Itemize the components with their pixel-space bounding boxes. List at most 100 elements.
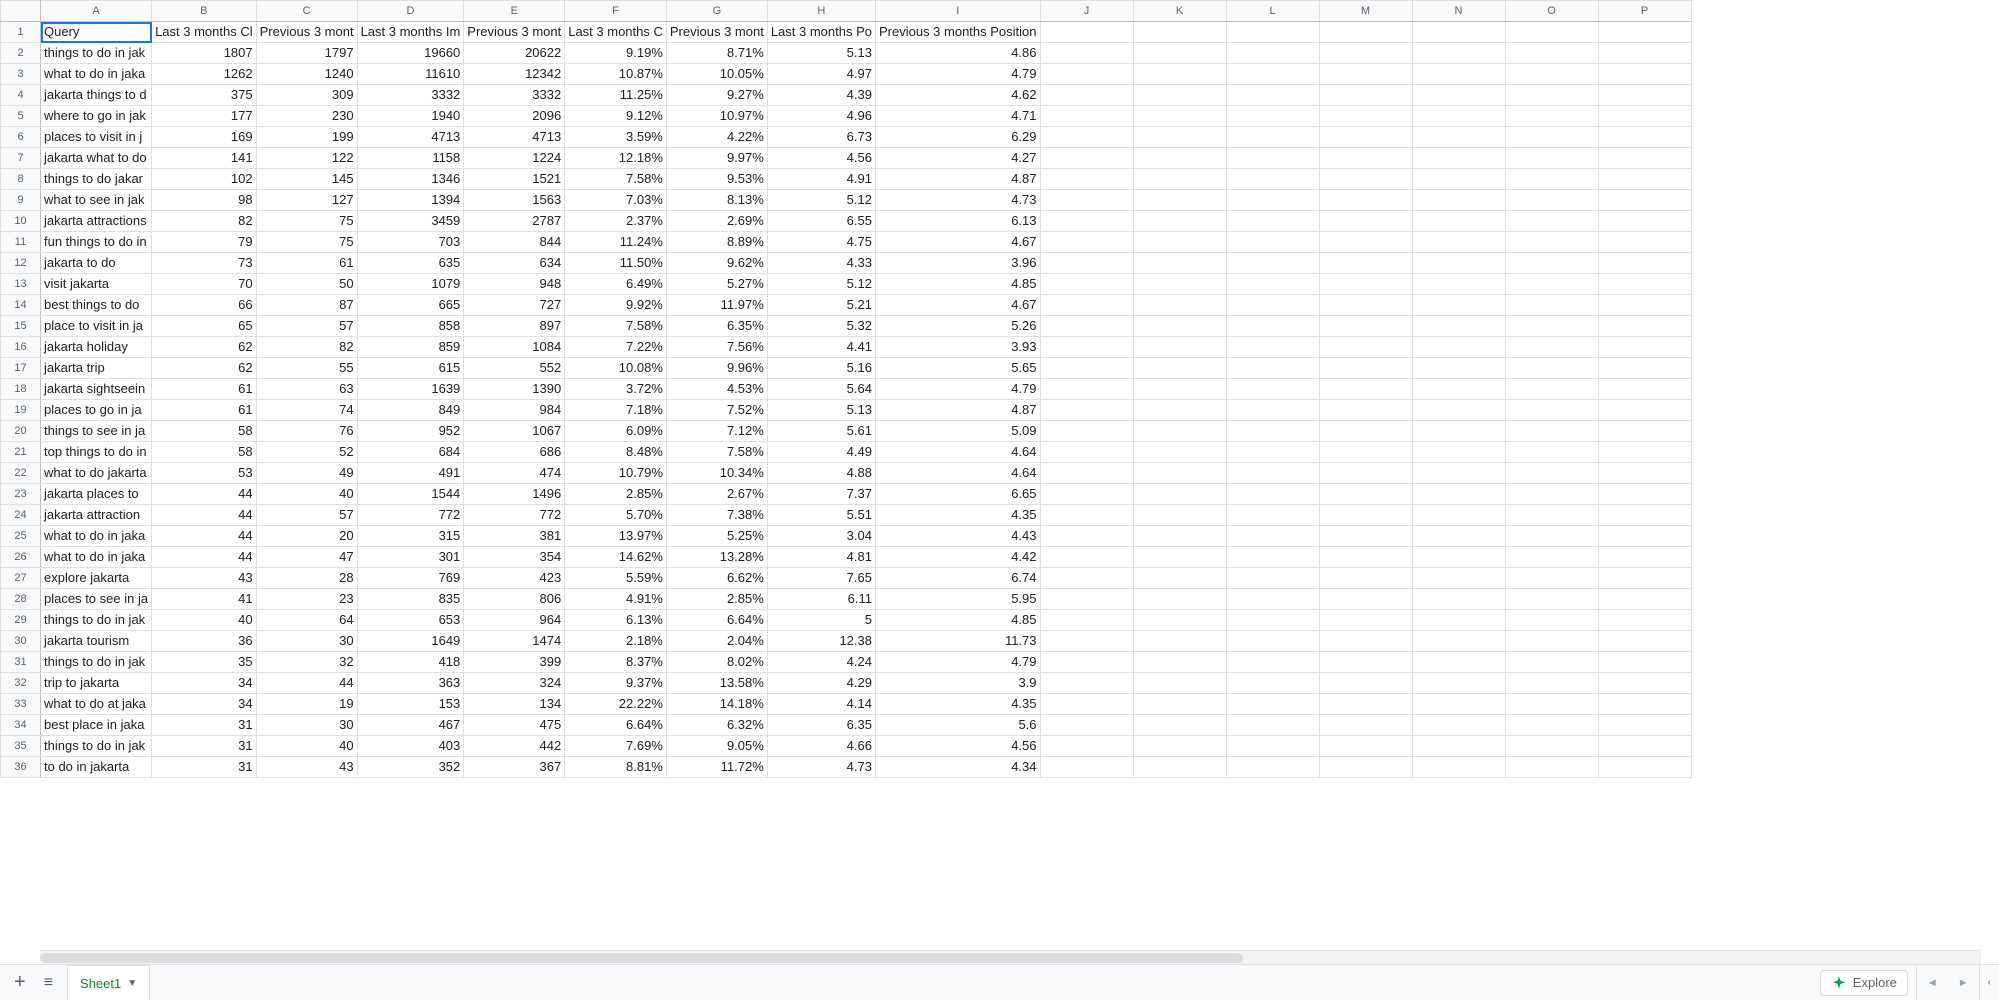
cell[interactable]: Last 3 months Po [767,22,875,43]
cell[interactable]: 423 [464,568,565,589]
cell[interactable] [1412,148,1505,169]
cell[interactable]: 82 [256,337,357,358]
cell[interactable] [1133,715,1226,736]
cell[interactable] [1598,190,1691,211]
cell[interactable] [1412,337,1505,358]
cell[interactable] [1598,169,1691,190]
cell[interactable] [1133,694,1226,715]
cell[interactable]: 4.81 [767,547,875,568]
cell[interactable]: 3.96 [875,253,1040,274]
cell[interactable]: places to go in ja [41,400,152,421]
cell[interactable]: 4.96 [767,106,875,127]
cell[interactable] [1319,463,1412,484]
cell[interactable] [1598,715,1691,736]
cell[interactable]: 8.89% [666,232,767,253]
cell[interactable]: 6.35% [666,316,767,337]
cell[interactable] [1505,589,1598,610]
cell[interactable] [1226,85,1319,106]
cell[interactable]: 4.97 [767,64,875,85]
cell[interactable] [1133,673,1226,694]
cell[interactable]: 4.22% [666,127,767,148]
row-header[interactable]: 12 [1,253,41,274]
cell[interactable] [1040,568,1133,589]
cell[interactable] [1412,505,1505,526]
cell[interactable]: 4.24 [767,652,875,673]
cell[interactable]: 3459 [357,211,464,232]
cell[interactable] [1133,589,1226,610]
cell[interactable] [1133,274,1226,295]
cell[interactable]: 1474 [464,631,565,652]
row-header[interactable]: 23 [1,484,41,505]
cell[interactable]: 4.35 [875,505,1040,526]
cell[interactable]: 11610 [357,64,464,85]
cell[interactable] [1040,127,1133,148]
cell[interactable]: jakarta things to d [41,85,152,106]
cell[interactable] [1412,211,1505,232]
cell[interactable]: 10.34% [666,463,767,484]
cell[interactable]: 19660 [357,43,464,64]
cell[interactable] [1226,442,1319,463]
cell[interactable]: 4.43 [875,526,1040,547]
cell[interactable] [1505,253,1598,274]
cell[interactable] [1319,22,1412,43]
cell[interactable]: 309 [256,85,357,106]
cell[interactable]: 122 [256,148,357,169]
cell[interactable]: 4.73 [875,190,1040,211]
cell[interactable] [1412,715,1505,736]
cell[interactable] [1133,400,1226,421]
explore-button[interactable]: Explore [1820,970,1908,996]
cell[interactable] [1133,610,1226,631]
cell[interactable]: 49 [256,463,357,484]
cell[interactable]: 10.87% [565,64,667,85]
cell[interactable]: 82 [152,211,257,232]
scroll-left-icon[interactable]: ◄ [1927,977,1938,989]
cell[interactable]: jakarta attractions [41,211,152,232]
cell[interactable]: 4.75 [767,232,875,253]
cell[interactable]: 403 [357,736,464,757]
cell[interactable]: fun things to do in [41,232,152,253]
cell[interactable]: 1262 [152,64,257,85]
cell[interactable]: things to do in jak [41,736,152,757]
cell[interactable]: 43 [256,757,357,778]
cell[interactable]: 5 [767,610,875,631]
cell[interactable]: 7.58% [565,169,667,190]
cell[interactable]: 4.79 [875,379,1040,400]
cell[interactable]: 635 [357,253,464,274]
cell[interactable]: 5.51 [767,505,875,526]
cell[interactable]: 41 [152,589,257,610]
cell[interactable] [1505,505,1598,526]
cell[interactable]: 10.08% [565,358,667,379]
cell[interactable]: jakarta places to [41,484,152,505]
cell[interactable] [1598,295,1691,316]
cell[interactable]: 5.6 [875,715,1040,736]
cell[interactable] [1133,505,1226,526]
cell[interactable] [1226,274,1319,295]
cell[interactable] [1319,610,1412,631]
cell[interactable] [1598,22,1691,43]
cell[interactable]: 61 [152,400,257,421]
cell[interactable]: 2.04% [666,631,767,652]
cell[interactable]: 10.05% [666,64,767,85]
cell[interactable]: 4.85 [875,274,1040,295]
cell[interactable] [1226,43,1319,64]
cell[interactable] [1133,211,1226,232]
column-header[interactable]: C [256,1,357,22]
cell[interactable] [1505,43,1598,64]
cell[interactable]: 58 [152,442,257,463]
cell[interactable]: Last 3 months Cl [152,22,257,43]
cell[interactable] [1505,736,1598,757]
cell[interactable]: 4.67 [875,232,1040,253]
cell[interactable]: 491 [357,463,464,484]
cell[interactable] [1505,169,1598,190]
cell[interactable] [1598,232,1691,253]
cell[interactable] [1598,589,1691,610]
cell[interactable]: 6.73 [767,127,875,148]
cell[interactable] [1598,253,1691,274]
cell[interactable]: 7.37 [767,484,875,505]
cell[interactable]: 4.86 [875,43,1040,64]
cell[interactable]: 5.13 [767,400,875,421]
horizontal-scrollbar-thumb[interactable] [40,953,1243,963]
cell[interactable]: 475 [464,715,565,736]
cell[interactable]: 858 [357,316,464,337]
cell[interactable] [1040,64,1133,85]
